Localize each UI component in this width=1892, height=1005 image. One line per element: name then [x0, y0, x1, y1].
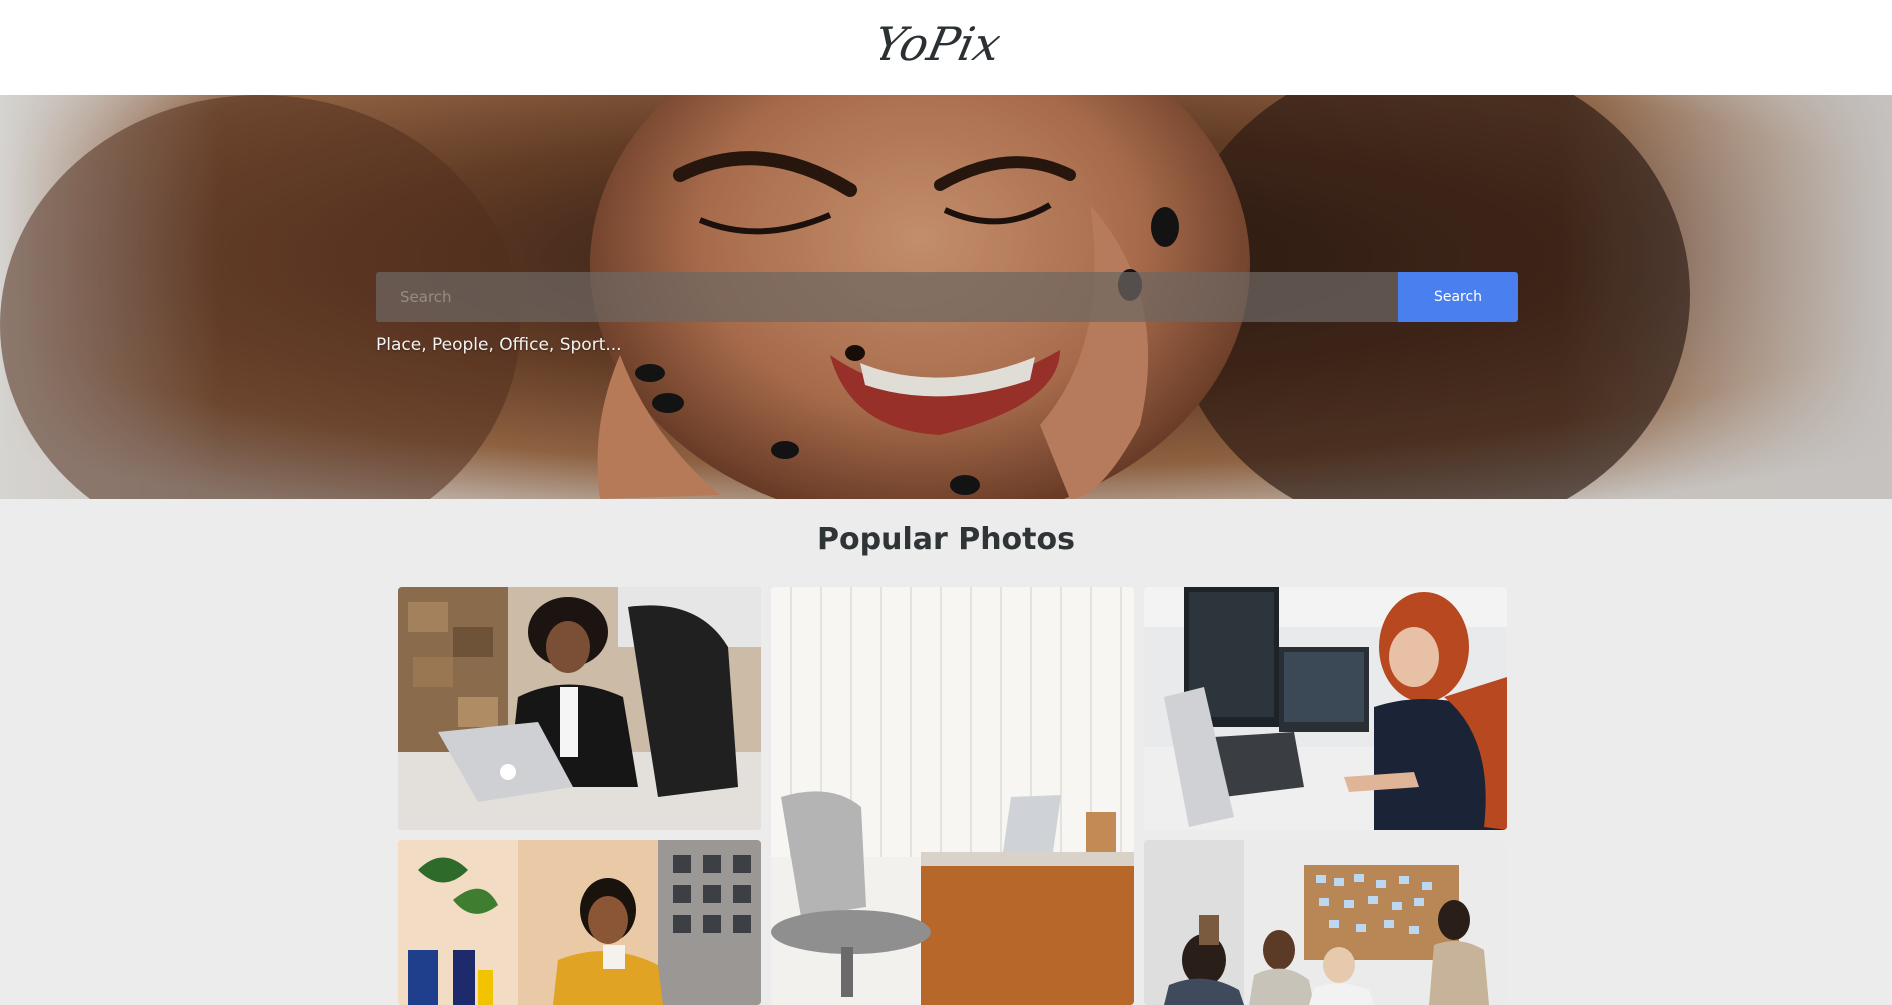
- photo-image: [771, 587, 1134, 1005]
- search-button[interactable]: Search: [1398, 272, 1518, 322]
- photo-card-woman-phone-laptop[interactable]: [398, 587, 761, 830]
- photo-card-woman-mug-plants[interactable]: [398, 840, 761, 1005]
- search-input[interactable]: [376, 272, 1398, 322]
- popular-photos-title: Popular Photos: [817, 522, 1075, 557]
- photo-image: [1144, 587, 1507, 830]
- site-header: YoPix: [0, 0, 1892, 95]
- photo-card-team-meeting[interactable]: [1144, 840, 1507, 1005]
- photo-card-woman-monitors[interactable]: [1144, 587, 1507, 830]
- photo-image: [1144, 840, 1507, 1005]
- photo-card-office-desk[interactable]: [771, 587, 1134, 1005]
- svg-text:YoPix: YoPix: [880, 17, 1000, 70]
- hero-banner: Search Place, People, Office, Sport...: [0, 95, 1892, 499]
- search-hint: Place, People, Office, Sport...: [376, 335, 622, 355]
- photo-image: [398, 840, 761, 1005]
- photo-image: [398, 587, 761, 830]
- yopix-logo[interactable]: YoPix: [880, 8, 1000, 88]
